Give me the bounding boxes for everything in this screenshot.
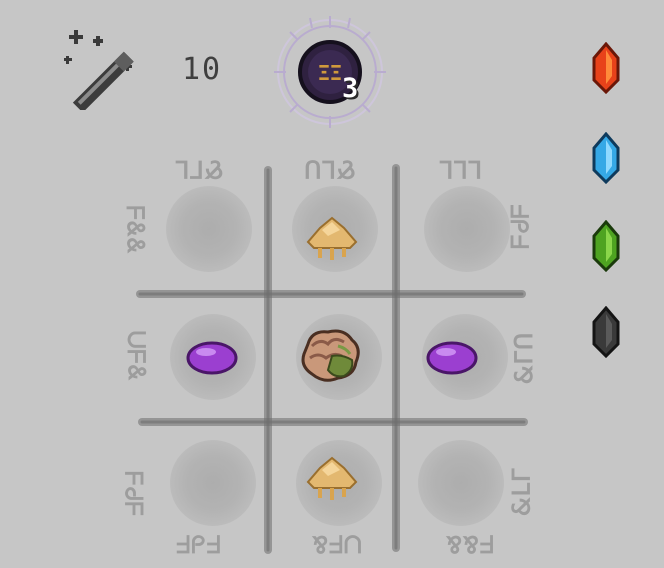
glyph-label: ΞΞ xyxy=(318,61,342,85)
rune-bottom-center: ⅋ᖵᑎ xyxy=(312,531,363,559)
cost-value: 10 xyxy=(182,52,223,87)
rune-top-left: ⅃⅂⅋ xyxy=(176,155,225,183)
rune-bottom-left: ᖵᑭᖵ xyxy=(176,531,222,559)
altar-screen: { "header": { "cost_value": "10", "glyph… xyxy=(0,0,664,568)
rune-top-right: ⅃⅃⅃ xyxy=(440,155,484,183)
earth-crystal-icon[interactable] xyxy=(590,220,622,272)
rune-right-middle: ᑌ⅃⅋ xyxy=(508,332,537,386)
rune-left-top: ⅋⅋ᖵ xyxy=(122,204,151,254)
slot-top-left[interactable] xyxy=(166,186,252,272)
slot-top-right[interactable] xyxy=(424,186,510,272)
rune-right-top: ᖵᑭᖵ xyxy=(504,204,533,250)
void-crystal-icon[interactable] xyxy=(590,306,622,358)
slot-bottom-right[interactable] xyxy=(418,440,504,526)
slot-bottom-left[interactable] xyxy=(170,440,256,526)
rune-right-bottom: ⅃⅂⅋ xyxy=(506,468,535,518)
rune-top-center: ᑌ⅃⅋ xyxy=(304,155,357,183)
glyph-count: 3 xyxy=(342,73,359,104)
purple-gem-icon xyxy=(426,341,478,375)
rune-left-middle: ⅋ᖵᑎ xyxy=(123,329,152,381)
water-crystal-icon[interactable] xyxy=(590,132,622,184)
brain-icon xyxy=(301,329,360,382)
mushroom-cap-icon xyxy=(306,456,358,500)
mushroom-cap-icon xyxy=(306,216,358,260)
rune-left-bottom: ᖵᑭᖵ xyxy=(120,470,149,516)
purple-gem-icon xyxy=(186,341,238,375)
fire-crystal-icon[interactable] xyxy=(590,42,622,94)
rune-bottom-right: ⅋⅋ᖵ xyxy=(446,531,495,559)
magic-wand-icon xyxy=(64,30,134,110)
glyph-badge-icon[interactable]: ΞΞ xyxy=(272,14,388,130)
